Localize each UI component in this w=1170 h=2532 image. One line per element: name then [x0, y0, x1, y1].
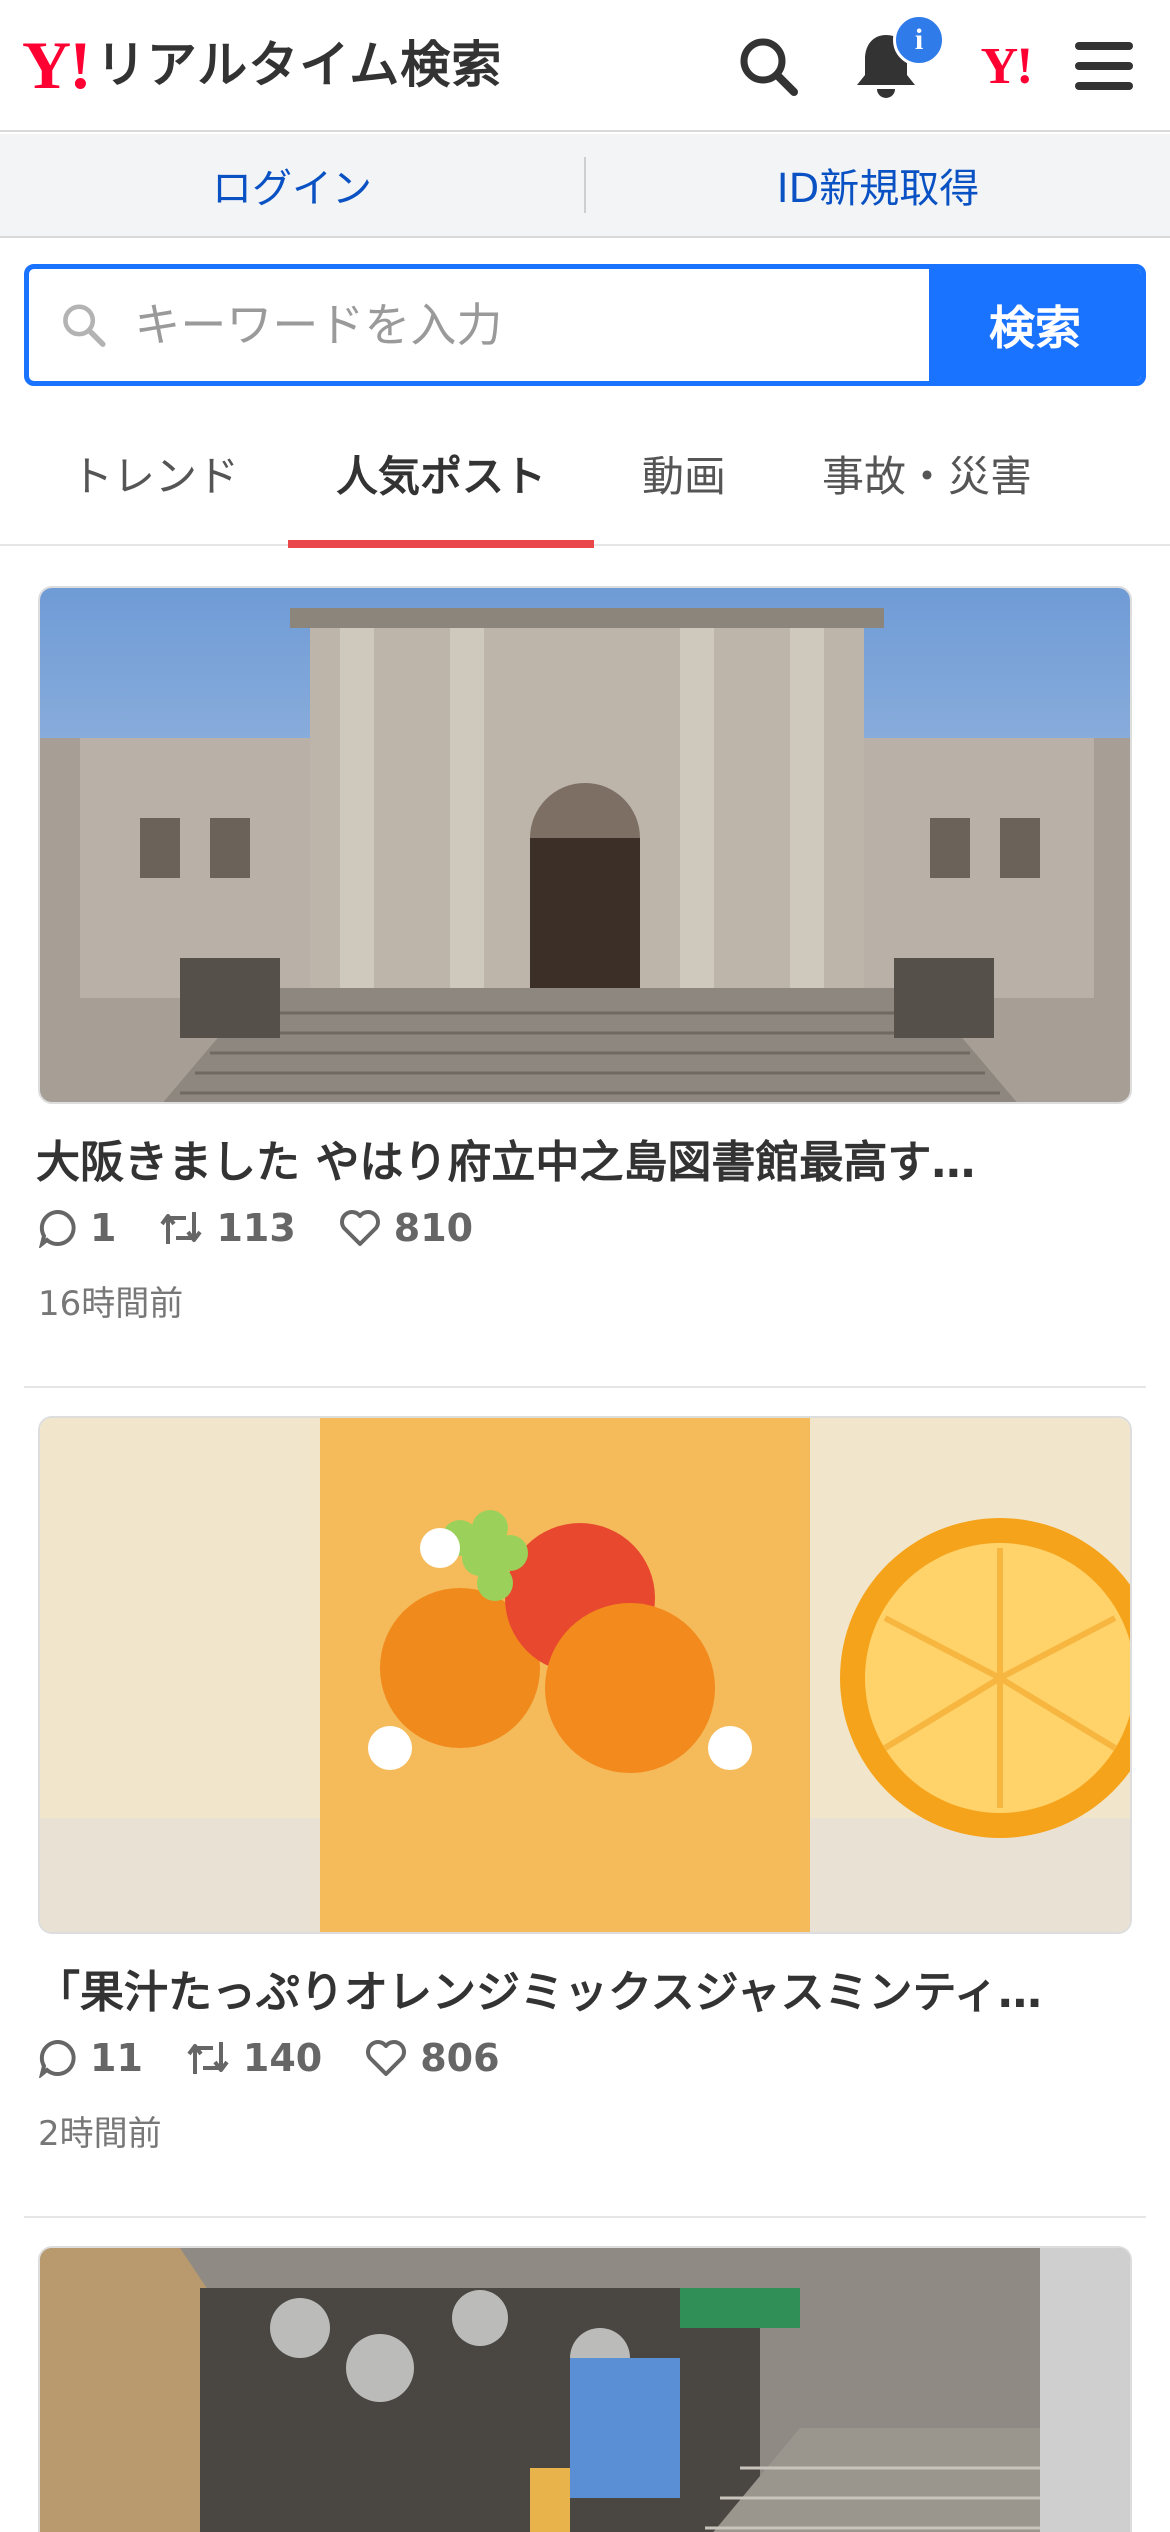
tab-disaster[interactable]: 事故・災害	[784, 400, 1070, 546]
menu-icon[interactable]	[1060, 22, 1148, 110]
login-link[interactable]: ログイン	[0, 156, 584, 214]
logo-text: リアルタイム検索	[95, 36, 503, 94]
search-icon[interactable]	[724, 22, 812, 110]
tab-trend[interactable]: トレンド	[32, 400, 278, 546]
notification-badge: i	[893, 14, 945, 66]
search-field[interactable]	[29, 269, 929, 381]
yahoo-realtime-logo[interactable]: Y! リアルタイム検索	[22, 30, 502, 100]
post-timestamp: 16時間前	[38, 1284, 184, 1324]
card-divider	[24, 1386, 1146, 1388]
card-divider	[24, 2216, 1146, 2218]
auth-bar: ログイン ID新規取得	[0, 134, 1170, 238]
search-field-icon	[63, 304, 106, 347]
post-image[interactable]	[38, 2246, 1132, 2532]
repost-count[interactable]: 140	[185, 2036, 322, 2080]
repost-count[interactable]: 113	[158, 1206, 296, 1250]
search-input[interactable]	[134, 298, 929, 352]
like-count[interactable]: 810	[338, 1206, 473, 1250]
post-stats: 1 113 810	[38, 1202, 515, 1254]
reply-icon	[38, 1209, 76, 1248]
category-tabs: トレンド 人気ポスト 動画 事故・災害	[0, 400, 1170, 548]
tab-popular-posts[interactable]: 人気ポスト	[288, 400, 594, 548]
heart-icon	[339, 1210, 380, 1246]
repost-icon	[160, 1212, 203, 1244]
post-image[interactable]	[38, 1416, 1132, 1934]
heart-icon	[366, 2040, 407, 2076]
logo-mark: Y!	[22, 27, 92, 103]
reply-count[interactable]: 1	[38, 1206, 116, 1250]
post-stats: 11 140 806	[38, 2032, 542, 2084]
post-title[interactable]: 大阪きました󠄀 やはり府立中之島図書館最高す…	[36, 1126, 1136, 1190]
search-box: 検索	[24, 264, 1146, 386]
repost-icon	[187, 2042, 229, 2074]
reply-icon	[38, 2039, 76, 2078]
app-header: Y! リアルタイム検索 i Y!	[0, 0, 1170, 132]
like-count[interactable]: 806	[364, 2036, 500, 2080]
post-timestamp: 2時間前	[38, 2114, 162, 2154]
post-image[interactable]	[38, 586, 1132, 1104]
search-button[interactable]: 検索	[929, 269, 1141, 381]
tab-video[interactable]: 動画	[604, 400, 764, 546]
post-title[interactable]: 「果汁たっぷりオレンジミックスジャスミンティ…	[36, 1956, 1136, 2020]
reply-count[interactable]: 11	[38, 2036, 143, 2080]
yahoo-icon[interactable]: Y!	[962, 22, 1050, 110]
register-link[interactable]: ID新規取得	[586, 156, 1170, 214]
